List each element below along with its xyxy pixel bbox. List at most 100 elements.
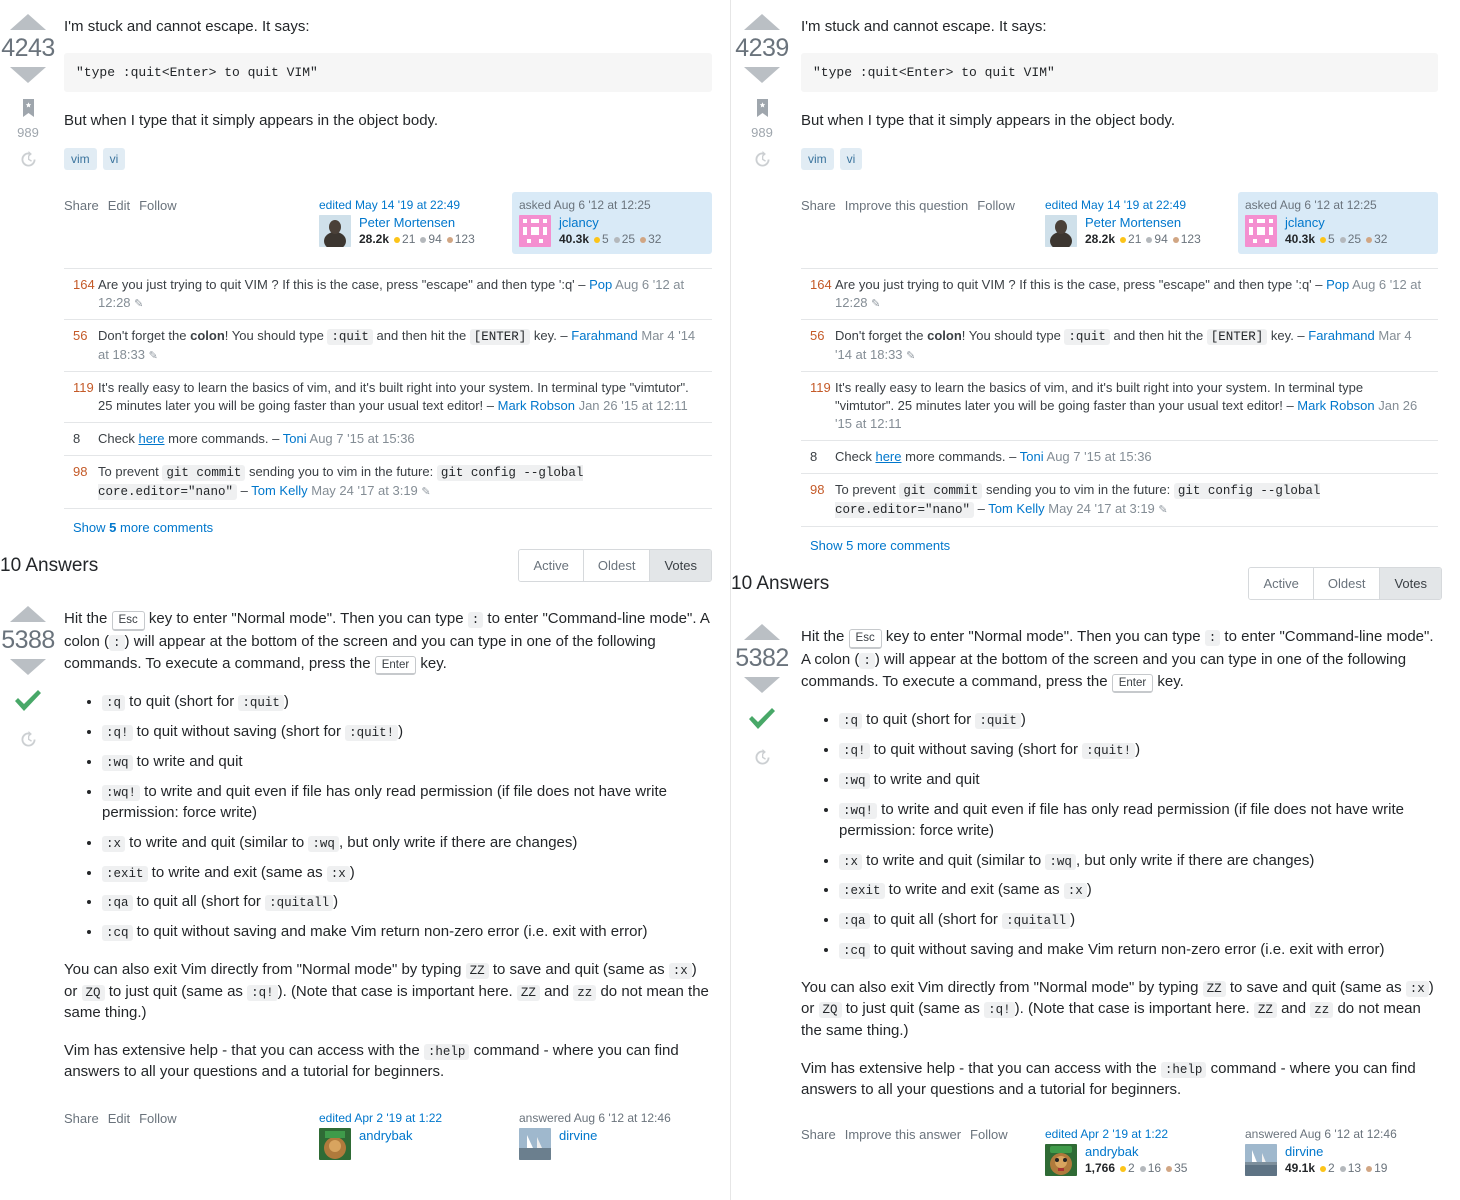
bookmark-icon[interactable] (755, 99, 770, 122)
pencil-icon[interactable]: ✎ (421, 486, 430, 498)
tag-vi[interactable]: vi (839, 147, 863, 170)
command-code: :q (839, 713, 863, 730)
follow-link[interactable]: Follow (977, 198, 1015, 213)
downvote-arrow-icon[interactable] (10, 67, 46, 83)
upvote-arrow-icon[interactable] (744, 624, 780, 641)
comment-row: 119 It's really easy to learn the basics… (64, 372, 712, 423)
avatar[interactable] (1245, 214, 1277, 247)
tab-active[interactable]: Active (1249, 568, 1314, 600)
upvote-arrow-icon[interactable] (10, 14, 46, 30)
edited-timestamp[interactable]: edited May 14 '19 at 22:49 (1045, 198, 1231, 212)
tab-active[interactable]: Active (519, 550, 584, 582)
accepted-answer-checkmark-icon[interactable] (746, 707, 778, 738)
tag-vim[interactable]: vim (801, 147, 834, 170)
pencil-icon[interactable]: ✎ (149, 350, 158, 362)
inline-code: ZZ (516, 984, 540, 1001)
answer-editor-username[interactable]: andrybak (359, 1128, 412, 1144)
avatar[interactable] (319, 1127, 351, 1160)
accepted-answer-checkmark-icon[interactable] (12, 689, 44, 720)
inline-code: git commit (899, 482, 983, 499)
comment-text: Are you just trying to quit VIM ? If thi… (835, 276, 1438, 312)
upvote-arrow-icon[interactable] (10, 606, 46, 623)
question-post: 4239 989 I'm stuck and cannot escape. It… (731, 0, 1460, 553)
history-icon[interactable] (753, 150, 772, 174)
share-link[interactable]: Share (801, 1127, 836, 1142)
comment-author[interactable]: Tom Kelly (251, 483, 307, 498)
edit-link[interactable]: Edit (108, 198, 130, 213)
tab-votes[interactable]: Votes (1380, 568, 1441, 600)
answer-vote-count: 5382 (735, 644, 789, 673)
bookmark-icon[interactable] (21, 99, 36, 122)
comment-author[interactable]: Mark Robson (1297, 398, 1374, 413)
gold-badge-icon (394, 236, 401, 243)
comment-author[interactable]: Toni (283, 431, 307, 446)
comment-content: Check (98, 431, 139, 446)
comment-author[interactable]: Farahmand (571, 328, 637, 343)
answer-editor-username[interactable]: andrybak (1085, 1144, 1187, 1160)
tag-vim[interactable]: vim (64, 147, 97, 170)
command-code: :q (102, 695, 126, 712)
pencil-icon[interactable]: ✎ (871, 298, 880, 310)
history-icon[interactable] (19, 150, 38, 174)
answer-sort-tabs: Active Oldest Votes (518, 549, 712, 583)
comment-inline-link[interactable]: here (138, 431, 164, 446)
downvote-arrow-icon[interactable] (10, 659, 46, 676)
follow-link[interactable]: Follow (139, 1111, 177, 1126)
tab-votes[interactable]: Votes (650, 550, 711, 582)
edited-timestamp[interactable]: edited May 14 '19 at 22:49 (319, 198, 505, 212)
comment-inline-link[interactable]: here (875, 449, 901, 464)
improve-answer-link[interactable]: Improve this answer (845, 1127, 961, 1142)
comment-author[interactable]: Toni (1020, 449, 1044, 464)
pencil-icon[interactable]: ✎ (1158, 504, 1167, 516)
answer-author-username[interactable]: dirvine (1285, 1144, 1387, 1160)
tag-vi[interactable]: vi (102, 147, 126, 170)
owner-username[interactable]: jclancy (1285, 215, 1387, 231)
upvote-arrow-icon[interactable] (744, 14, 780, 30)
editor-username[interactable]: Peter Mortensen (1085, 215, 1201, 231)
enter-key-badge: Enter (374, 655, 417, 676)
comment-author[interactable]: Pop (1326, 277, 1349, 292)
history-icon[interactable] (753, 748, 772, 772)
answer-edited-timestamp[interactable]: edited Apr 2 '19 at 1:22 (319, 1111, 505, 1125)
answer-intro-paragraph: Hit the Esc key to enter "Normal mode". … (801, 626, 1438, 694)
avatar[interactable] (1245, 1143, 1277, 1176)
pencil-icon[interactable]: ✎ (906, 350, 915, 362)
comment-author[interactable]: Farahmand (1308, 328, 1374, 343)
downvote-arrow-icon[interactable] (744, 67, 780, 83)
follow-link[interactable]: Follow (970, 1127, 1008, 1142)
edit-link[interactable]: Edit (108, 1111, 130, 1126)
tab-oldest[interactable]: Oldest (1313, 568, 1381, 600)
answer-edited-timestamp[interactable]: edited Apr 2 '19 at 1:22 (1045, 1127, 1231, 1141)
para-part: to save and quit (same as (1225, 978, 1406, 996)
comment-author[interactable]: Pop (589, 277, 612, 292)
inline-code: :quit (327, 328, 373, 345)
answer-editor-card: edited Apr 2 '19 at 1:22 andrybak (312, 1105, 512, 1167)
pencil-icon[interactable]: ✎ (134, 298, 143, 310)
command-alias: :wq (308, 835, 339, 852)
downvote-arrow-icon[interactable] (744, 677, 780, 694)
history-icon[interactable] (19, 730, 38, 754)
comment-score: 119 (810, 380, 831, 396)
show-more-comments-link[interactable]: Show 5 more comments (801, 527, 1438, 553)
comment-author[interactable]: Mark Robson (498, 398, 575, 413)
inline-code: ZQ (81, 984, 105, 1001)
avatar[interactable] (519, 214, 551, 247)
share-link[interactable]: Share (64, 198, 99, 213)
tab-oldest[interactable]: Oldest (583, 550, 651, 582)
share-link[interactable]: Share (801, 198, 836, 213)
follow-link[interactable]: Follow (139, 198, 177, 213)
share-link[interactable]: Share (64, 1111, 99, 1126)
question-intro: I'm stuck and cannot escape. It says: (801, 18, 1047, 35)
intro-part: key to enter "Normal mode". Then you can… (881, 628, 1205, 646)
avatar[interactable] (519, 1127, 551, 1160)
show-more-comments-link[interactable]: Show 5 more comments (64, 509, 712, 535)
avatar[interactable] (1045, 1143, 1077, 1176)
answer-author-username[interactable]: dirvine (559, 1128, 597, 1144)
editor-username[interactable]: Peter Mortensen (359, 215, 475, 231)
owner-username[interactable]: jclancy (559, 215, 661, 231)
avatar[interactable] (319, 214, 351, 247)
improve-question-link[interactable]: Improve this question (845, 198, 969, 213)
answers-count-title: 10 Answers (731, 572, 830, 594)
comment-author[interactable]: Tom Kelly (988, 501, 1044, 516)
avatar[interactable] (1045, 214, 1077, 247)
